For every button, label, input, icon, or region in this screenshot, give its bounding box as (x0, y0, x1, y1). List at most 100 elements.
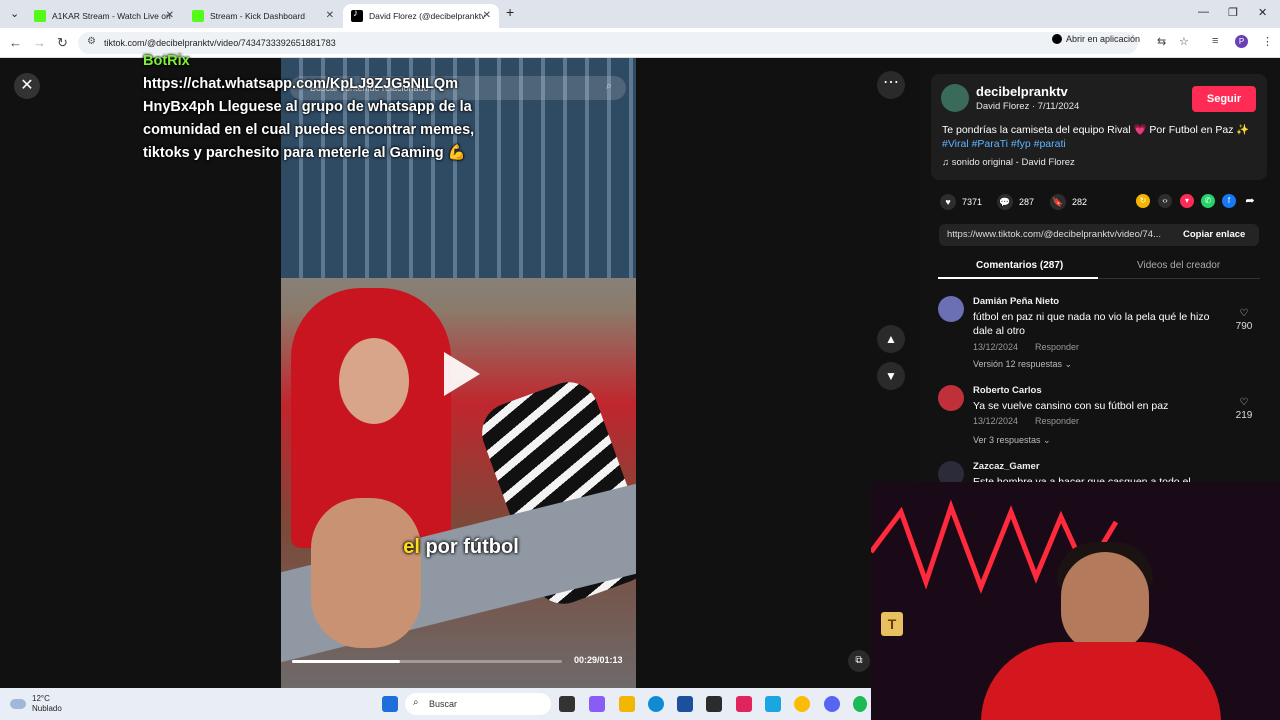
chrome-icon[interactable] (794, 696, 810, 712)
share-repost-icon[interactable]: ↻ (1136, 194, 1150, 208)
facebook-icon[interactable]: f (1222, 194, 1236, 208)
search-icon[interactable]: ⌕ (606, 80, 612, 93)
creator-avatar[interactable] (941, 84, 969, 112)
discord-icon[interactable] (824, 696, 840, 712)
close-video-button[interactable]: ✕ (14, 73, 40, 99)
tab-comments[interactable]: Comentarios (287) (976, 260, 1063, 271)
view-replies-button[interactable]: Versión 12 respuestas ⌄ (973, 359, 1072, 370)
share-more-icon[interactable]: ➦ (1243, 194, 1257, 208)
tab-search-icon[interactable]: ⌄ (10, 7, 19, 20)
comment-like-count: 790 (1235, 321, 1253, 332)
reload-icon[interactable]: ↻ (57, 35, 68, 51)
minimize-icon[interactable]: — (1198, 6, 1209, 18)
windows-start-icon[interactable] (382, 696, 398, 712)
video-frame-fist (311, 498, 421, 648)
open-in-app-button[interactable]: Abrir en aplicación (1052, 34, 1140, 44)
restore-icon[interactable]: ❐ (1228, 6, 1238, 19)
comment-button[interactable]: 💬 287 (997, 194, 1034, 210)
close-tab-icon[interactable]: ✕ (166, 10, 174, 21)
copilot-icon[interactable] (589, 696, 605, 712)
reply-button[interactable]: Responder (1035, 416, 1079, 426)
kick-icon (34, 10, 46, 22)
next-video-button[interactable]: ▼ (877, 362, 905, 390)
profile-avatar[interactable]: P (1235, 35, 1248, 48)
heart-outline-icon: ♡ (1239, 397, 1249, 408)
subtitle-highlight: el (403, 536, 420, 558)
close-tab-icon[interactable]: ✕ (483, 10, 491, 21)
heart-outline-icon: ♡ (1239, 308, 1249, 319)
file-explorer-icon[interactable] (619, 696, 635, 712)
caption-hashtags[interactable]: #Viral #ParaTi #fyp #parati (942, 138, 1066, 150)
send-icon[interactable]: ▾ (1180, 194, 1194, 208)
weather-widget[interactable]: 12°C Nublado (10, 694, 62, 714)
comment-item: Zazcaz_Gamer Este hombre va a hacer que … (938, 461, 1258, 483)
webcam-overlay: T (871, 482, 1280, 720)
like-count: 7371 (962, 197, 983, 207)
back-icon[interactable]: ← (9, 35, 22, 50)
video-progress-fill (292, 660, 400, 663)
more-options-button[interactable]: ⋯ (877, 71, 905, 99)
overlay-message: https://chat.whatsapp.com/KpLJ9ZJG5NILQm… (143, 76, 475, 161)
save-count: 282 (1072, 197, 1088, 207)
comment-item: Damián Peña Nieto fútbol en paz ni que n… (938, 296, 1258, 376)
commenter-name[interactable]: Roberto Carlos (973, 385, 1042, 396)
tab-title: A1KAR Stream - Watch Live on (52, 11, 171, 21)
tiktok-app-icon[interactable] (736, 696, 752, 712)
cloud-icon (10, 699, 26, 709)
close-window-icon[interactable]: ✕ (1258, 6, 1267, 19)
commenter-avatar[interactable] (938, 385, 964, 411)
subtitle-text: por fútbol (425, 536, 519, 558)
url-text: tiktok.com/@decibelpranktv/video/7434733… (104, 38, 336, 48)
view-replies-button[interactable]: Ver 3 respuestas ⌄ (973, 435, 1051, 446)
video-link-text: https://www.tiktok.com/@decibelpranktv/v… (947, 229, 1161, 240)
reply-button[interactable]: Responder (1035, 342, 1079, 352)
new-tab-button[interactable]: + (506, 4, 514, 20)
tab-creator-videos[interactable]: Videos del creador (1137, 260, 1220, 271)
app-icon[interactable] (706, 696, 722, 712)
store-icon[interactable] (677, 696, 693, 712)
copy-link-button[interactable]: Copiar enlace (1183, 229, 1245, 240)
previous-video-button[interactable]: ▲ (877, 325, 905, 353)
comment-like-button[interactable]: ♡ 790 (1232, 308, 1256, 332)
post-meta: David Florez · 7/11/2024 (976, 101, 1080, 112)
browser-menu-icon[interactable]: ⋮ (1262, 35, 1273, 48)
commenter-avatar[interactable] (938, 461, 964, 483)
close-tab-icon[interactable]: ✕ (326, 10, 334, 21)
comment-count: 287 (1019, 197, 1035, 207)
commenter-name[interactable]: Damián Peña Nieto (973, 296, 1059, 307)
bookmark-star-icon[interactable]: ☆ (1179, 35, 1189, 48)
follow-button[interactable]: Seguir (1192, 86, 1256, 112)
task-view-icon[interactable] (559, 696, 575, 712)
whatsapp-icon[interactable]: ✆ (1201, 194, 1215, 208)
webcam-person-face (1061, 552, 1149, 652)
taskbar-search[interactable]: ⌕ Buscar (405, 693, 551, 715)
like-button[interactable]: ♥ 7371 (940, 194, 982, 210)
video-progress-bar[interactable] (292, 660, 562, 663)
reading-list-icon[interactable]: ≡ (1212, 35, 1218, 47)
sound-link[interactable]: ♫ sonido original - David Florez (942, 157, 1075, 168)
webcam-person-shirt (981, 642, 1221, 720)
edge-icon[interactable] (648, 696, 664, 712)
spotify-icon[interactable] (853, 696, 867, 712)
embed-code-icon[interactable]: ‹› (1158, 194, 1172, 208)
play-icon[interactable] (444, 352, 480, 396)
sound-name: sonido original - David Florez (951, 157, 1075, 168)
commenter-avatar[interactable] (938, 296, 964, 322)
tab-kick-dashboard[interactable]: Stream - Kick Dashboard ✕ (184, 4, 342, 28)
tab-title: Stream - Kick Dashboard (210, 11, 305, 21)
bookmark-icon: 🔖 (1050, 194, 1066, 210)
site-info-icon[interactable]: ⚙ (87, 36, 96, 47)
comment-text: fútbol en paz ni que nada no vio la pela… (973, 311, 1210, 337)
comment-like-button[interactable]: ♡ 219 (1232, 397, 1256, 421)
picture-in-picture-icon[interactable]: ⧉ (848, 650, 870, 672)
tab-tiktok-video[interactable]: David Florez (@decibelpranktv ✕ (343, 4, 499, 28)
forward-icon[interactable]: → (33, 35, 46, 50)
comment-icon: 💬 (997, 194, 1013, 210)
creator-username[interactable]: decibelpranktv (976, 84, 1068, 99)
save-button[interactable]: 🔖 282 (1050, 194, 1087, 210)
commenter-name[interactable]: Zazcaz_Gamer (973, 461, 1040, 472)
tab-a1kar-stream[interactable]: A1KAR Stream - Watch Live on ✕ (26, 4, 182, 28)
video-subtitle: el por fútbol (381, 536, 541, 559)
app-f-icon[interactable] (765, 696, 781, 712)
translate-icon[interactable]: ⇆ (1157, 35, 1166, 48)
